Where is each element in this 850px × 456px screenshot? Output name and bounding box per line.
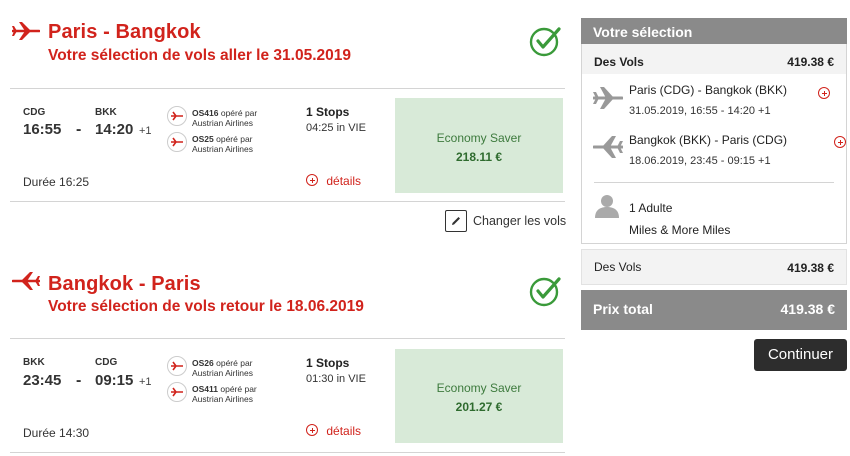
- summary-subtotal-label: Des Vols: [594, 260, 642, 274]
- summary-total-label: Prix total: [593, 301, 653, 317]
- flight-operated: opéré par: [216, 358, 253, 368]
- outbound-dash: -: [76, 121, 82, 138]
- fare-price: 218.11 €: [455, 150, 503, 164]
- outbound-dep-time: 16:55: [23, 121, 62, 138]
- flight-airline: Austrian Airlines: [192, 394, 253, 404]
- plus-circle-icon: [306, 174, 318, 186]
- plus-circle-icon: [306, 424, 318, 436]
- summary-miles: Miles & More Miles: [629, 223, 731, 237]
- summary-title: Votre sélection: [581, 18, 847, 44]
- inbound-dep-time: 23:45: [23, 372, 62, 389]
- summary-outbound-date: 31.05.2019, 16:55 - 14:20 +1: [629, 105, 771, 117]
- inbound-title: Bangkok - Paris: [48, 273, 201, 295]
- inbound-day-offset: +1: [139, 376, 152, 388]
- fare-name: Economy Saver: [436, 381, 522, 395]
- outbound-duration: Durée 16:25: [23, 175, 90, 189]
- flight-operated: opéré par: [220, 108, 258, 118]
- inbound-flight-2: OS411 opéré par Austrian Airlines: [192, 384, 257, 404]
- divider: [10, 338, 565, 339]
- change-flights-label: Changer les vols: [473, 214, 567, 228]
- outbound-title: Paris - Bangkok: [48, 21, 201, 43]
- fare-name: Economy Saver: [436, 131, 522, 145]
- divider: [10, 201, 565, 202]
- summary-return-route: Bangkok (BKK) - Paris (CDG): [629, 133, 788, 147]
- inbound-arr-time: 09:15: [95, 372, 134, 389]
- airplane-return-icon: [12, 272, 40, 290]
- outbound-dep-code: CDG: [23, 107, 46, 118]
- divider: [10, 88, 565, 89]
- details-label: détails: [326, 174, 362, 188]
- flight-airline: Austrian Airlines: [192, 368, 253, 378]
- outbound-fare-box[interactable]: Economy Saver 218.11 €: [395, 98, 563, 193]
- inbound-duration: Durée 14:30: [23, 426, 90, 440]
- summary-total-price: 419.38 €: [780, 301, 836, 317]
- details-label: détails: [326, 424, 362, 438]
- outbound-day-offset: +1: [139, 125, 152, 137]
- flight-operated: opéré par: [216, 134, 253, 144]
- summary-return-date: 18.06.2019, 23:45 - 09:15 +1: [629, 155, 771, 167]
- edit-pencil-icon: [445, 210, 467, 232]
- continue-button[interactable]: Continuer: [754, 339, 847, 371]
- inbound-flight-1: OS26 opéré par Austrian Airlines: [192, 358, 253, 378]
- change-flights-button[interactable]: Changer les vols: [445, 210, 566, 232]
- summary-flights-price: 419.38 €: [787, 55, 834, 69]
- inbound-stops: 1 Stops: [306, 356, 350, 370]
- airline-logo-icon: [167, 106, 187, 126]
- outbound-arr-time: 14:20: [95, 121, 134, 138]
- flight-airline: Austrian Airlines: [192, 118, 253, 128]
- flight-airline: Austrian Airlines: [192, 144, 253, 154]
- summary-subtotal-price: 419.38 €: [787, 261, 834, 275]
- summary-flights-row: Des Vols 419.38 €: [582, 44, 846, 74]
- check-circle-icon: [529, 27, 561, 57]
- inbound-fare-box[interactable]: Economy Saver 201.27 €: [395, 349, 563, 443]
- inbound-details-link[interactable]: détails: [306, 424, 361, 438]
- airplane-icon: [12, 22, 40, 40]
- outbound-details-link[interactable]: détails: [306, 174, 361, 188]
- outbound-via: 04:25 in VIE: [306, 122, 366, 134]
- inbound-dash: -: [76, 372, 82, 389]
- summary-flights-label: Des Vols: [594, 55, 644, 69]
- inbound-dep-code: BKK: [23, 357, 45, 368]
- inbound-via: 01:30 in VIE: [306, 373, 366, 385]
- person-icon: [595, 195, 619, 218]
- airline-logo-icon: [167, 382, 187, 402]
- airplane-return-icon: [593, 136, 623, 158]
- airline-logo-icon: [167, 356, 187, 376]
- outbound-stops: 1 Stops: [306, 105, 350, 119]
- check-circle-icon: [529, 277, 561, 307]
- divider: [594, 182, 834, 183]
- plus-circle-icon[interactable]: [818, 87, 830, 99]
- inbound-arr-code: CDG: [95, 357, 118, 368]
- flight-number: OS26: [192, 358, 214, 368]
- fare-price: 201.27 €: [455, 400, 503, 414]
- outbound-flight-2: OS25 opéré par Austrian Airlines: [192, 134, 253, 154]
- summary-outbound-route: Paris (CDG) - Bangkok (BKK): [629, 83, 788, 97]
- divider: [10, 452, 565, 453]
- summary-total-row: Prix total 419.38 €: [581, 290, 847, 330]
- outbound-arr-code: BKK: [95, 107, 117, 118]
- outbound-subtitle: Votre sélection de vols aller le 31.05.2…: [48, 47, 351, 64]
- outbound-flight-1: OS416 opéré par Austrian Airlines: [192, 108, 257, 128]
- inbound-subtitle: Votre sélection de vols retour le 18.06.…: [48, 298, 364, 315]
- flight-number: OS411: [192, 384, 218, 394]
- airline-logo-icon: [167, 132, 187, 152]
- summary-subtotal-row: Des Vols 419.38 €: [581, 249, 847, 285]
- flight-number: OS416: [192, 108, 219, 118]
- flight-operated: opéré par: [220, 384, 257, 394]
- flight-number: OS25: [192, 134, 214, 144]
- summary-passengers: 1 Adulte: [629, 201, 673, 215]
- airplane-icon: [593, 87, 623, 109]
